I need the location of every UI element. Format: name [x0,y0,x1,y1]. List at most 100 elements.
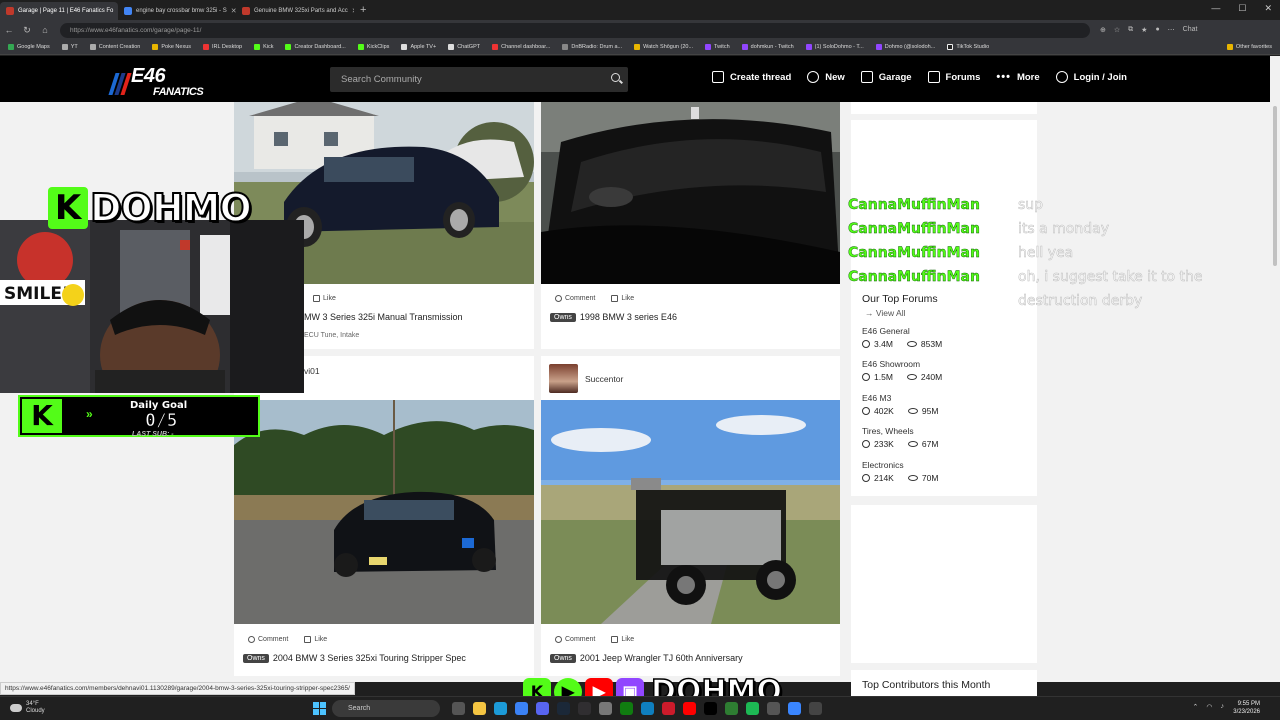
forum-item[interactable]: Electronics 214K 70M [862,460,938,483]
bookmark-item[interactable]: Poke Nexus [152,44,191,50]
browser-tab-2[interactable]: engine bay crossbar bmw 325i - S ✕ [118,2,236,20]
star-icon[interactable]: ☆ [1114,26,1120,34]
clock[interactable]: 9:55 PM 3/23/2026 [1233,700,1260,716]
store-icon[interactable] [515,702,528,715]
card-title[interactable]: Owns 1998 BMW 3 series E46 [550,312,677,322]
bookmark-item[interactable]: Channel dashboar... [492,44,550,50]
search-icon[interactable] [611,73,620,82]
bookmark-item[interactable]: KickClips [357,44,389,50]
card-title[interactable]: MW 3 Series 325i Manual Transmission [304,312,463,322]
bookmark-item[interactable]: YT [61,44,78,50]
car-photo[interactable] [234,400,534,624]
eye-icon [907,441,918,447]
bookmark-item[interactable]: Content Creation [89,44,140,50]
opera-icon[interactable] [662,702,675,715]
extensions-icon[interactable]: ⧉ [1128,26,1133,34]
forum-name: Tires, Wheels [862,426,914,436]
spotify-icon[interactable] [746,702,759,715]
bookmark-item[interactable]: TikTok Studio [947,44,989,50]
bookmark-item[interactable]: IRL Desktop [203,44,242,50]
browser-tab-1[interactable]: Garage | Page 11 | E46 Fanatics Fo ✕ [0,2,118,20]
card-author[interactable]: vi01 [304,366,320,376]
search-input[interactable]: Search Community [330,67,628,92]
chat-button[interactable]: Chat [1183,26,1198,34]
reload-icon[interactable]: ↻ [18,25,36,36]
bookmark-item[interactable]: (1) SoloDohmo - T... [805,44,864,50]
weather-widget[interactable]: 34°F Cloudy [10,701,45,715]
card-author[interactable]: Succentor [549,364,623,393]
edge-icon[interactable] [641,702,654,715]
card-title[interactable]: Owns 2001 Jeep Wrangler TJ 60th Anniversa… [550,653,743,663]
bookmark-item[interactable]: Google Maps [8,44,50,50]
favorites-icon[interactable]: ★ [1141,26,1147,34]
url-input[interactable]: https://www.e46fanatics.com/garage/page-… [60,22,1090,38]
app-icon[interactable] [809,702,822,715]
comment-button[interactable]: Comment [555,636,595,643]
xbox-icon[interactable] [620,702,633,715]
bookmark-item[interactable]: Creator Dashboard... [285,44,346,50]
zoom-icon[interactable]: ⊕ [1100,26,1106,34]
other-favorites[interactable]: Other favorites [1226,44,1272,50]
bookmark-item[interactable]: Twitch [705,44,730,50]
task-view-icon[interactable] [452,702,465,715]
nav-create-thread[interactable]: Create thread [712,71,791,83]
edge-icon[interactable] [494,702,507,715]
bookmark-item[interactable]: dohmkun - Twitch [741,44,794,50]
bookmark-item[interactable]: ChatGPT [448,44,480,50]
wifi-icon[interactable]: ◠ [1206,703,1212,711]
nav-forums[interactable]: Forums [927,71,980,83]
discord-icon[interactable] [536,702,549,715]
nav-more[interactable]: ••• More [996,71,1039,83]
app-icon[interactable] [725,702,738,715]
youtube-icon[interactable] [683,702,696,715]
daily-goal-overlay: K » Daily Goal 0/5 LAST SUB: - [18,395,260,438]
new-tab-button[interactable]: + [360,4,366,16]
app-icon[interactable] [767,702,780,715]
bookmark-item[interactable]: Kick [254,44,273,50]
car-photo[interactable] [541,400,840,624]
bookmark-item[interactable]: Dohmo (@solodoh... [875,44,935,50]
minimize-icon[interactable]: — [1211,3,1220,14]
forum-item[interactable]: E46 General 3.4M 853M [862,326,942,349]
app-icon[interactable] [788,702,801,715]
svg-text:SMILE!: SMILE! [4,284,70,304]
comment-button[interactable]: Comment [555,295,595,302]
chevron-up-icon[interactable]: ⌃ [1193,703,1199,711]
like-button[interactable]: Like [611,636,634,643]
profile-icon[interactable]: ● [1155,26,1159,34]
site-logo[interactable]: E46 FANATICS [108,66,204,102]
close-window-icon[interactable]: ✕ [1264,3,1272,14]
like-button[interactable]: Like [313,295,336,302]
like-button[interactable]: Like [611,295,634,302]
forum-item[interactable]: Tires, Wheels 233K 67M [862,426,938,449]
file-explorer-icon[interactable] [473,702,486,715]
bookmark-item[interactable]: Watch Shōgun (20... [634,44,693,50]
nav-garage[interactable]: Garage [860,71,912,83]
obs-icon[interactable] [578,702,591,715]
browser-tab-3[interactable]: Genuine BMW 325xi Parts and Acc ✕ [236,2,354,20]
page-scrollbar[interactable] [1270,56,1280,682]
steam-icon[interactable] [557,702,570,715]
car-photo[interactable] [541,102,840,284]
card-title[interactable]: Owns 2004 BMW 3 Series 325xi Touring Stri… [243,653,466,663]
forum-item[interactable]: E46 Showroom 1.5M 240M [862,359,942,382]
like-button[interactable]: Like [304,636,327,643]
close-tab-icon[interactable]: ✕ [352,7,354,15]
nav-login[interactable]: Login / Join [1055,71,1127,83]
volume-icon[interactable]: ♪ [1221,703,1225,711]
scrollbar-thumb[interactable] [1273,106,1277,266]
forum-item[interactable]: E46 M3 402K 95M [862,393,938,416]
bookmark-item[interactable]: Apple TV+ [401,44,436,50]
app-icon[interactable] [599,702,612,715]
home-icon[interactable]: ⌂ [36,25,54,35]
taskbar-search[interactable]: Search [332,700,440,717]
windows-start-icon[interactable] [313,702,326,715]
comment-button[interactable]: Comment [248,636,288,643]
nav-new[interactable]: New [807,71,845,83]
thumbs-up-icon [611,636,619,643]
maximize-icon[interactable]: ☐ [1238,3,1246,14]
bookmark-item[interactable]: DnBRadio: Drum a... [562,44,622,50]
x-icon[interactable] [704,702,717,715]
menu-icon[interactable]: ⋯ [1168,26,1175,34]
back-icon[interactable]: ← [0,25,18,35]
